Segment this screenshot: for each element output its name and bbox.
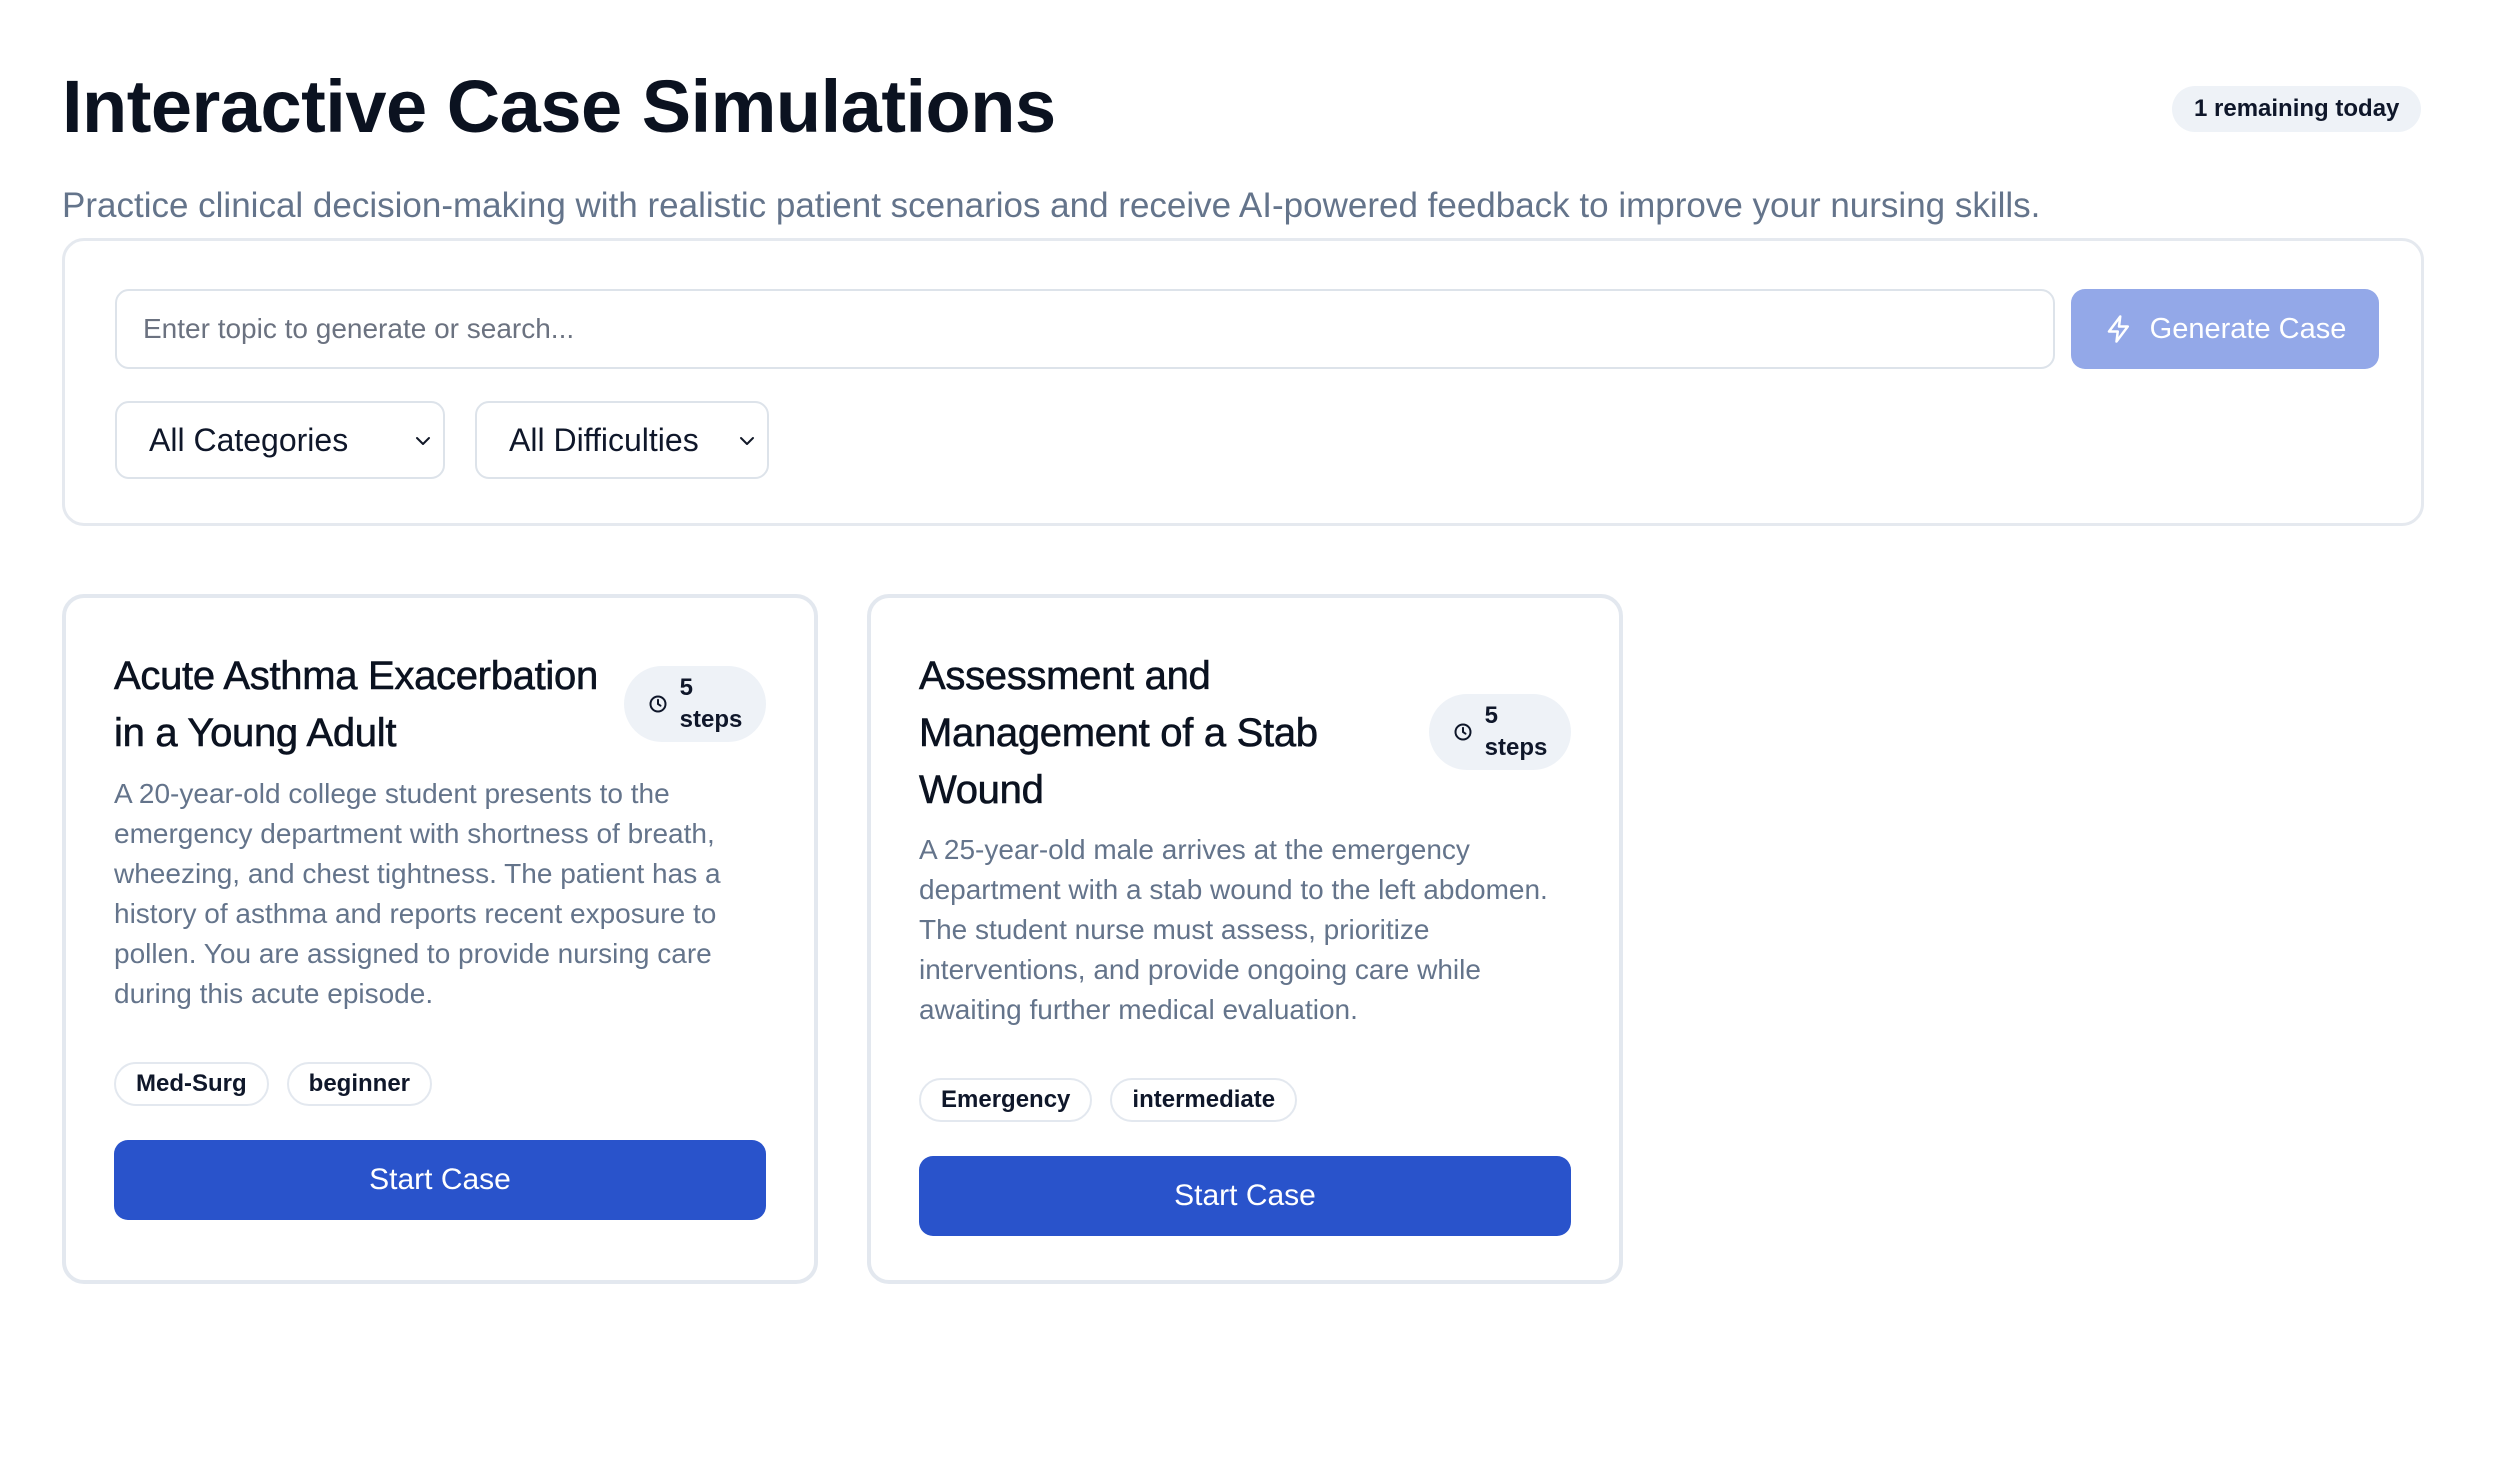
lightning-bolt-icon bbox=[2107, 315, 2129, 343]
generate-case-label: Generate Case bbox=[2149, 312, 2347, 345]
case-card: Assessment and Management of a Stab Woun… bbox=[867, 594, 1623, 1284]
case-card: Acute Asthma Exacerbation in a Young Adu… bbox=[62, 594, 818, 1284]
difficulty-select-value: All Difficulties bbox=[509, 421, 699, 458]
steps-unit: steps bbox=[1484, 734, 1548, 761]
clock-icon bbox=[649, 695, 667, 713]
clock-icon bbox=[1454, 723, 1472, 741]
category-select-value: All Categories bbox=[149, 421, 349, 458]
steps-badge: 5 steps bbox=[624, 666, 766, 742]
difficulty-tag: beginner bbox=[286, 1062, 433, 1106]
category-select[interactable]: All Categories bbox=[115, 401, 445, 479]
category-tag: Med-Surg bbox=[114, 1062, 269, 1106]
remaining-badge: 1 remaining today bbox=[2172, 86, 2422, 132]
generate-case-button[interactable]: Generate Case bbox=[2071, 289, 2379, 369]
case-description: A 20-year-old college student presents t… bbox=[114, 778, 721, 1009]
page-title: Interactive Case Simulations bbox=[62, 65, 1056, 148]
difficulty-tag: intermediate bbox=[1110, 1078, 1298, 1122]
steps-count: 5 bbox=[679, 674, 693, 701]
chevron-down-icon bbox=[416, 437, 430, 445]
steps-badge: 5 steps bbox=[1429, 694, 1571, 770]
steps-count: 5 bbox=[1484, 702, 1498, 729]
page: Interactive Case Simulations 1 remaining… bbox=[0, 0, 2494, 1464]
category-tag: Emergency bbox=[919, 1078, 1093, 1122]
start-case-button[interactable]: Start Case bbox=[114, 1140, 766, 1220]
case-description: A 25-year-old male arrives at the emerge… bbox=[919, 834, 1548, 1025]
topic-search-input[interactable] bbox=[115, 289, 2055, 369]
difficulty-select[interactable]: All Difficulties bbox=[475, 401, 769, 479]
page-subtitle: Practice clinical decision-making with r… bbox=[62, 186, 2041, 225]
steps-unit: steps bbox=[679, 706, 743, 733]
case-title: Assessment and Management of a Stab Woun… bbox=[919, 654, 1319, 813]
case-tags: Med-Surg beginner bbox=[114, 1062, 433, 1106]
search-panel: Generate Case All Categories All Difficu… bbox=[62, 238, 2424, 526]
case-title: Acute Asthma Exacerbation in a Young Adu… bbox=[114, 654, 599, 756]
case-tags: Emergency intermediate bbox=[919, 1078, 1298, 1122]
chevron-down-icon bbox=[740, 437, 754, 445]
start-case-button[interactable]: Start Case bbox=[919, 1156, 1571, 1236]
